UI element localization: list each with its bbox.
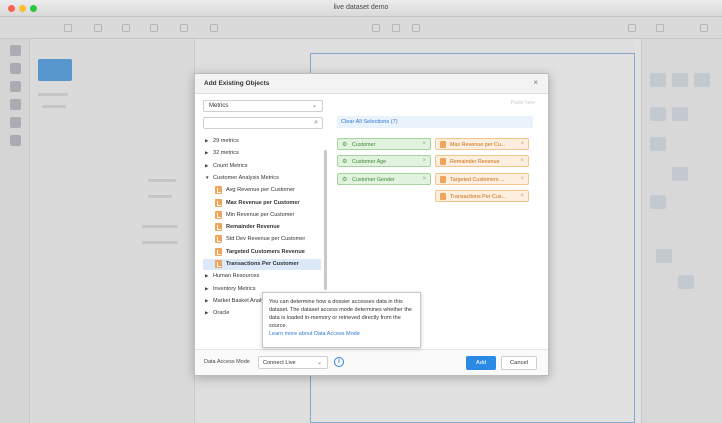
tooltip-text: You can determine how a dossier accesses…	[269, 299, 412, 329]
metric-icon	[215, 260, 222, 268]
remove-icon[interactable]: ×	[520, 193, 524, 199]
chip-label: Max Revenue per Cu...	[450, 142, 506, 148]
metric-chip[interactable]: Remainder Revenue ×	[435, 155, 529, 168]
paste-hint: Paste here	[510, 100, 535, 106]
caret-down-icon[interactable]: ▼	[205, 175, 209, 180]
attribute-chip[interactable]: ⚙ Customer Age ×	[337, 155, 431, 168]
tree-folder-label: 29 metrics	[213, 138, 239, 144]
caret-right-icon[interactable]: ▶	[205, 150, 208, 156]
chip-label: Transactions Per Cus...	[450, 193, 507, 200]
tree-metric-item[interactable]: Min Revenue per Customer	[203, 210, 321, 221]
tree-folder-label: Inventory Metrics	[213, 285, 256, 292]
remove-icon[interactable]: ×	[520, 141, 524, 147]
tree-metric-label: Min Revenue per Customer	[226, 211, 295, 218]
clear-selections-bar: Clear All Selections (7)	[337, 116, 533, 128]
chip-label: Remainder Revenue	[450, 159, 500, 166]
chip-label: Targeted Customers ...	[450, 176, 505, 183]
caret-right-icon[interactable]: ▶	[205, 138, 208, 144]
tree-folder-label: Oracle	[213, 310, 230, 317]
title-bar: live dataset demo	[0, 0, 722, 17]
tree-folder[interactable]: ▶ Count Metrics	[203, 161, 321, 172]
remove-icon[interactable]: ×	[422, 158, 426, 164]
attribute-chip[interactable]: ⚙ Customer Gender ×	[337, 172, 431, 185]
caret-right-icon[interactable]: ▶	[205, 286, 208, 292]
close-icon[interactable]: ×	[533, 78, 538, 87]
object-type-dropdown[interactable]: Metrics ⌄	[203, 100, 323, 112]
data-access-mode-label: Data Access Mode	[204, 359, 250, 365]
tree-metric-label: Max Revenue per Customer	[226, 199, 300, 206]
tree-folder-label: 32 metrics	[213, 150, 239, 157]
data-access-mode-tooltip: You can determine how a dossier accesses…	[262, 292, 421, 348]
chip-label: Customer Gender	[352, 176, 395, 183]
metric-icon	[215, 235, 222, 244]
chip-label: Customer	[352, 142, 376, 148]
add-button[interactable]: Add	[466, 356, 496, 370]
chevron-down-icon: ⌄	[316, 360, 322, 366]
cancel-button[interactable]: Cancel	[501, 356, 537, 370]
caret-right-icon[interactable]: ▶	[205, 298, 208, 304]
metric-icon	[440, 175, 446, 183]
dialog-title: Add Existing Objects	[204, 80, 270, 87]
tree-metric-item[interactable]: Targeted Customers Revenue	[203, 247, 321, 258]
metric-icon	[440, 141, 446, 148]
object-type-value: Metrics	[209, 103, 229, 109]
chevron-down-icon: ⌄	[311, 103, 317, 109]
tree-metric-item[interactable]: Transactions Per Customer	[203, 259, 321, 270]
search-icon: ⌕	[314, 119, 318, 126]
metric-icon	[215, 210, 222, 219]
remove-icon[interactable]: ×	[520, 176, 524, 182]
remove-icon[interactable]: ×	[520, 158, 524, 164]
tree-folder[interactable]: ▶ 32 metrics	[203, 148, 321, 159]
tree-metric-item[interactable]: Max Revenue per Customer	[203, 198, 321, 209]
caret-right-icon[interactable]: ▶	[205, 310, 208, 316]
metric-icon	[440, 192, 446, 200]
tree-metric-label: Remainder Revenue	[226, 224, 280, 231]
tree-metric-item[interactable]: Remainder Revenue	[203, 222, 321, 233]
data-access-mode-value: Connect Live	[263, 360, 296, 366]
tree-metric-item[interactable]: Std Dev Revenue per Customer	[203, 234, 321, 245]
attribute-icon: ⚙	[342, 159, 348, 166]
tree-folder[interactable]: ▶ 29 metrics	[203, 136, 321, 147]
clear-all-selections-link[interactable]: Clear All Selections (7)	[341, 119, 398, 125]
chip-label: Customer Age	[352, 159, 387, 166]
dialog-footer: Data Access Mode Connect Live ⌄ i Add Ca…	[195, 349, 548, 375]
metric-icon	[215, 247, 222, 256]
search-input[interactable]: ⌕	[203, 117, 323, 129]
tree-folder-label: Customer Analysis Metrics	[213, 174, 279, 181]
attribute-icon: ⚙	[342, 142, 348, 148]
remove-icon[interactable]: ×	[422, 176, 426, 182]
info-icon[interactable]: i	[334, 357, 344, 367]
dialog-header: Add Existing Objects ×	[195, 74, 548, 94]
metric-chip[interactable]: Transactions Per Cus... ×	[435, 189, 529, 202]
tree-metric-label: Transactions Per Customer	[226, 261, 299, 267]
caret-right-icon[interactable]: ▶	[205, 273, 208, 279]
learn-more-link[interactable]: Learn more about Data Access Mode	[269, 330, 414, 338]
tree-folder[interactable]: ▼ Customer Analysis Metrics	[203, 173, 321, 184]
metric-icon	[215, 186, 222, 195]
metric-icon	[215, 198, 222, 207]
tree-metric-label: Std Dev Revenue per Customer	[226, 236, 306, 243]
tree-folder-label: Count Metrics	[213, 162, 248, 169]
metric-chip[interactable]: Max Revenue per Cu... ×	[435, 138, 529, 150]
caret-right-icon[interactable]: ▶	[205, 163, 208, 169]
tree-metric-label: Avg Revenue per Customer	[226, 187, 295, 194]
tree-folder[interactable]: ▶ Human Resources	[203, 271, 321, 282]
attribute-chip[interactable]: ⚙ Customer ×	[337, 138, 431, 150]
remove-icon[interactable]: ×	[422, 141, 426, 147]
metric-chip[interactable]: Targeted Customers ... ×	[435, 172, 529, 185]
window-title: live dataset demo	[333, 4, 389, 11]
tree-metric-item[interactable]: Avg Revenue per Customer	[203, 185, 321, 196]
data-access-mode-select[interactable]: Connect Live ⌄	[258, 356, 328, 369]
tree-folder-label: Human Resources	[213, 273, 260, 280]
metric-icon	[440, 158, 446, 166]
attribute-icon: ⚙	[342, 176, 348, 183]
metric-icon	[215, 223, 222, 232]
tree-metric-label: Targeted Customers Revenue	[226, 248, 305, 255]
tree-scrollbar[interactable]	[324, 150, 327, 290]
